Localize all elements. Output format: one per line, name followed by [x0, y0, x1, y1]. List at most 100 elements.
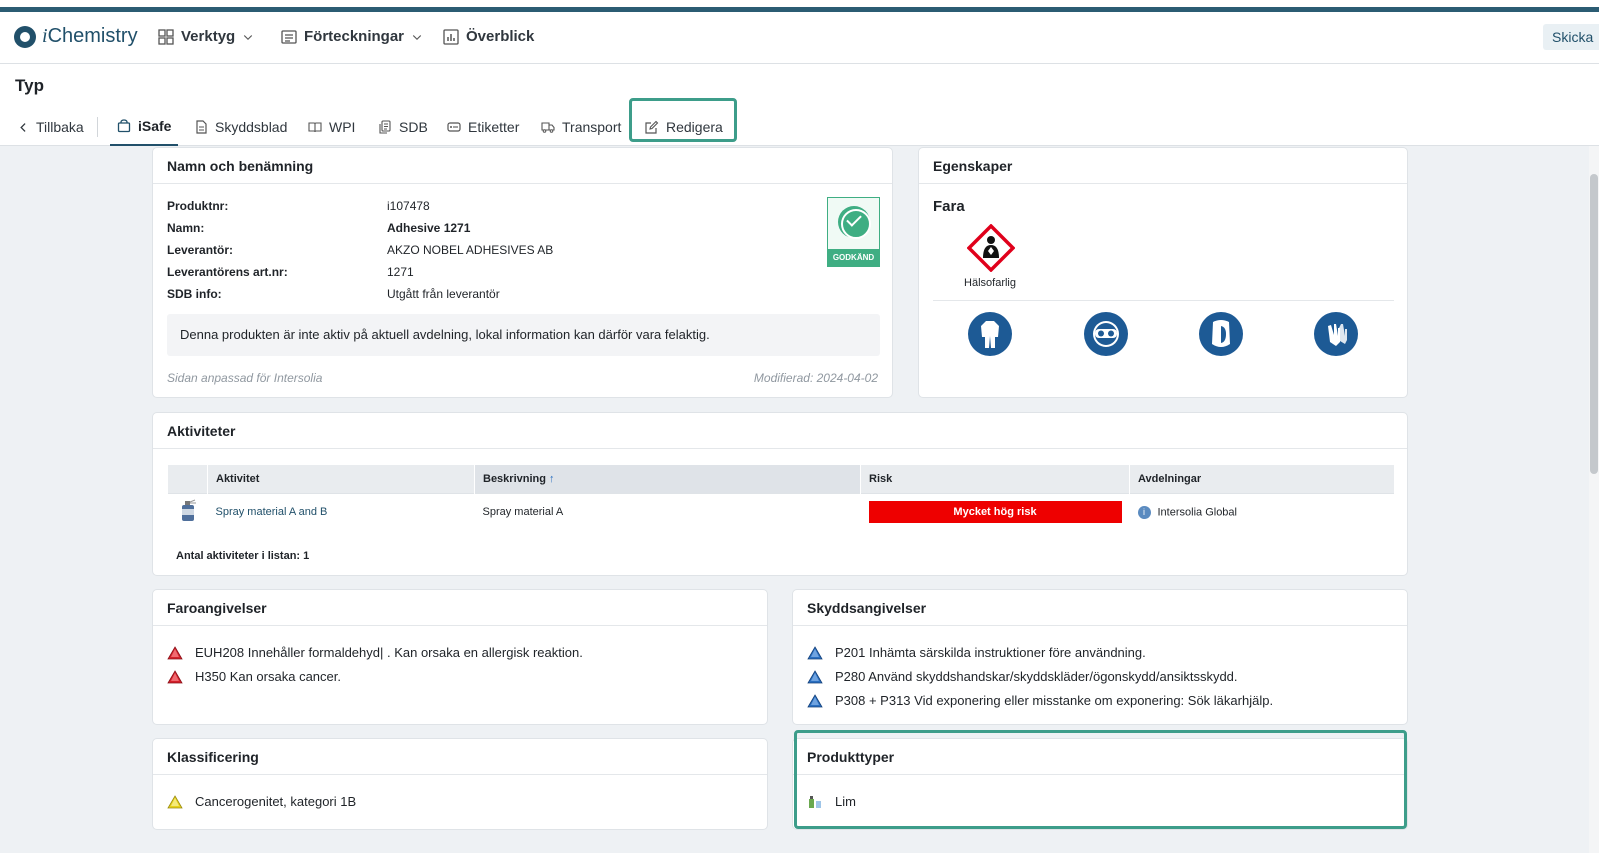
risk-badge: Mycket hög risk — [868, 501, 1122, 524]
chevron-down-icon — [412, 34, 422, 40]
info-icon[interactable]: i — [1137, 505, 1151, 519]
precaution-statement: P308 + P313 Vid exponering eller misstan… — [807, 693, 1273, 708]
yellow-triangle-icon — [167, 794, 183, 808]
activity-icon-cell — [167, 492, 208, 531]
blue-triangle-icon — [807, 669, 823, 683]
table-row[interactable]: Spray material A and B Spray material A … — [167, 492, 1394, 531]
spray-can-icon — [181, 499, 196, 521]
hazard-statement-text: EUH208 Innehåller formaldehyd| . Kan ors… — [195, 645, 583, 660]
blue-triangle-icon — [807, 645, 823, 659]
page-scrollbar[interactable] — [1589, 146, 1599, 853]
approved-badge: GODKÄND — [827, 197, 880, 267]
protective-gloves-icon — [1314, 312, 1358, 356]
tab-redigera-label: Redigera — [666, 119, 723, 135]
precaution-statement: P201 Inhämta särskilda instruktioner för… — [807, 645, 1146, 660]
divider — [933, 300, 1394, 301]
info-value: i107478 — [387, 199, 430, 213]
logo-mark-icon — [14, 25, 36, 48]
tab-isafe-label: iSafe — [138, 118, 172, 134]
info-value: 1271 — [387, 265, 414, 279]
activities-table: Aktivitet Beskrivning ↑ Risk Avdelningar… — [167, 465, 1394, 531]
app-logo[interactable]: iChemistry — [14, 25, 138, 48]
face-shield-icon — [1199, 312, 1243, 356]
nav-verktyg-label: Verktyg — [181, 28, 236, 45]
tab-transport[interactable]: Transport — [539, 108, 623, 146]
tab-wpi-label: WPI — [329, 119, 356, 135]
hazard-heading: Fara — [933, 198, 965, 215]
classification-text: Cancerogenitet, kategori 1B — [195, 794, 357, 809]
precaution-statement-text: P308 + P313 Vid exponering eller misstan… — [835, 693, 1274, 708]
col-description-label: Beskrivning — [483, 472, 546, 485]
tab-sdb[interactable]: SDB — [376, 108, 430, 146]
truck-icon — [541, 122, 555, 133]
sort-asc-icon: ↑ — [549, 472, 555, 485]
department-name: Intersolia Global — [1157, 506, 1238, 519]
naming-card: Namn och benämning Produktnr: i107478 Na… — [152, 147, 893, 398]
approved-label: GODKÄND — [828, 249, 879, 266]
protective-suit-icon — [968, 312, 1012, 356]
precaution-statement: P280 Använd skyddshandskar/skyddskläder/… — [807, 669, 1238, 684]
inactive-notice: Denna produkten är inte aktiv på aktuell… — [167, 314, 880, 356]
naming-card-title: Namn och benämning — [153, 148, 892, 184]
tab-wpi[interactable]: WPI — [306, 108, 357, 146]
send-button[interactable]: Skicka — [1543, 24, 1599, 50]
col-description[interactable]: Beskrivning ↑ — [474, 465, 861, 493]
document-icon — [196, 120, 207, 134]
info-row-productnr: Produktnr: i107478 — [167, 199, 430, 213]
info-row-supplier: Leverantör: AKZO NOBEL ADHESIVES AB — [167, 243, 553, 257]
activity-count: Antal aktiviteter i listan: 1 — [176, 550, 310, 562]
precaution-statements-title: Skyddsangivelser — [793, 590, 1407, 626]
tab-skyddsblad[interactable]: Skyddsblad — [192, 108, 289, 146]
back-button[interactable]: Tillbaka — [16, 108, 86, 146]
nav-forteckningar-label: Förteckningar — [304, 28, 405, 45]
list-icon — [281, 29, 297, 44]
info-value: Adhesive 1271 — [387, 221, 471, 235]
tab-skyddsblad-label: Skyddsblad — [215, 119, 288, 135]
col-icon — [167, 465, 208, 493]
check-circle-icon — [838, 206, 871, 239]
product-type-item: Lim — [807, 794, 856, 809]
blue-triangle-icon — [807, 693, 823, 707]
page-subheader: Typ Tillbaka iSafe Skyddsblad WPI SDB Et… — [0, 64, 1599, 146]
info-label: SDB info: — [167, 287, 222, 301]
info-value: AKZO NOBEL ADHESIVES AB — [387, 243, 554, 257]
hazard-statements-card: Faroangivelser EUH208 Innehåller formald… — [152, 589, 768, 725]
scroll-thumb[interactable] — [1590, 174, 1598, 474]
activity-risk-cell: Mycket hög risk — [860, 492, 1130, 531]
chevron-left-icon — [20, 122, 26, 132]
activity-name[interactable]: Spray material A and B — [207, 492, 475, 531]
tab-divider — [97, 117, 98, 137]
precaution-statement-text: P201 Inhämta särskilda instruktioner för… — [835, 645, 1146, 660]
product-types-card: Produkttyper Lim — [792, 738, 1408, 830]
col-activity[interactable]: Aktivitet — [207, 465, 475, 493]
tab-etiketter-label: Etiketter — [468, 119, 520, 135]
grid-icon — [158, 28, 174, 45]
adapted-for-text: Sidan anpassad för Intersolia — [167, 371, 323, 385]
info-label: Leverantör: — [167, 243, 234, 257]
activity-description: Spray material A — [474, 492, 861, 531]
pictogram-label: Hälsofarlig — [964, 277, 1016, 289]
precaution-statement-text: P280 Använd skyddshandskar/skyddskläder/… — [835, 669, 1238, 684]
logo-text: iChemistry — [42, 25, 138, 47]
red-warning-triangle-icon — [167, 669, 183, 683]
properties-card: Egenskaper Fara Hälsofarlig — [918, 147, 1408, 398]
nav-verktyg[interactable]: Verktyg — [158, 28, 254, 45]
tab-redigera[interactable]: Redigera — [643, 108, 725, 146]
hazard-statement: EUH208 Innehåller formaldehyd| . Kan ors… — [167, 645, 583, 660]
col-risk[interactable]: Risk — [860, 465, 1130, 493]
classification-card: Klassificering Cancerogenitet, kategori … — [152, 738, 768, 830]
nav-overblick[interactable]: Överblick — [443, 28, 534, 45]
col-departments[interactable]: Avdelningar — [1129, 465, 1394, 493]
info-label: Leverantörens art.nr: — [167, 265, 288, 279]
nav-forteckningar[interactable]: Förteckningar — [281, 28, 423, 45]
tab-sdb-label: SDB — [399, 119, 428, 135]
tab-isafe[interactable]: iSafe — [110, 108, 179, 146]
hazard-statements-title: Faroangivelser — [153, 590, 767, 626]
info-value: Utgått från leverantör — [387, 287, 500, 301]
tab-etiketter[interactable]: Etiketter — [445, 108, 521, 146]
classification-item: Cancerogenitet, kategori 1B — [167, 794, 356, 809]
tab-transport-label: Transport — [562, 119, 622, 135]
edit-icon — [645, 120, 659, 134]
nav-overblick-label: Överblick — [466, 28, 535, 45]
glue-bottle-icon — [809, 795, 821, 808]
